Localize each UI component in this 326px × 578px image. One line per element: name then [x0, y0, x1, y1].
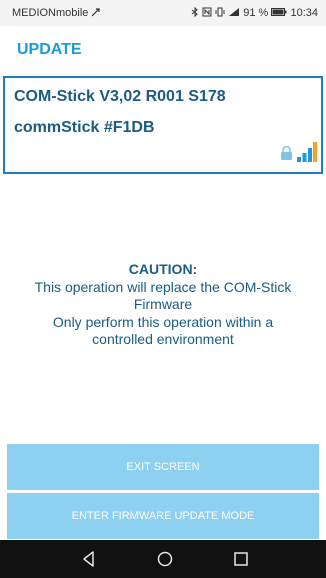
exit-screen-button[interactable]: EXIT SCREEN [7, 444, 319, 490]
recent-apps-icon[interactable] [230, 549, 252, 569]
signal-bars-icon [297, 142, 317, 162]
caution-heading: CAUTION: [128, 261, 198, 277]
cell-signal-icon [229, 8, 240, 16]
clock: 10:34 [290, 7, 318, 19]
nfc-icon [202, 7, 212, 17]
system-nav-bar [0, 540, 326, 578]
back-icon[interactable] [78, 549, 100, 569]
bluetooth-icon [191, 6, 198, 18]
usb-icon [92, 8, 101, 17]
device-name: COM-Stick V3,02 R001 S178 [14, 88, 226, 105]
device-id: commStick #F1DB [14, 119, 155, 136]
battery-percent: 91 % [243, 7, 269, 19]
caution-line-4: controlled environment [92, 331, 234, 347]
caution-message: CAUTION: This operation will replace the… [10, 261, 316, 349]
caution-line-3: Only perform this operation within a [52, 313, 274, 330]
status-bar: MEDIONmobile 91 % 10:34 [0, 0, 326, 26]
device-card[interactable]: COM-Stick V3,02 R001 S178 commStick #F1D… [3, 76, 323, 174]
status-icons: 91 % 10:34 [191, 0, 318, 26]
caution-line-2: Firmware [133, 296, 193, 312]
lock-icon [281, 146, 292, 160]
battery-icon [271, 8, 287, 16]
app-bar: UPDATE [0, 26, 326, 72]
carrier-name: MEDIONmobile [12, 0, 101, 26]
carrier-label: MEDIONmobile [12, 7, 89, 19]
caution-line-1: This operation will replace the COM-Stic… [34, 278, 292, 295]
home-icon[interactable] [154, 549, 176, 569]
vibrate-icon [215, 7, 225, 17]
enter-firmware-update-button[interactable]: ENTER FIRMWARE UPDATE MODE [7, 493, 319, 539]
page-title: UPDATE [17, 41, 82, 58]
